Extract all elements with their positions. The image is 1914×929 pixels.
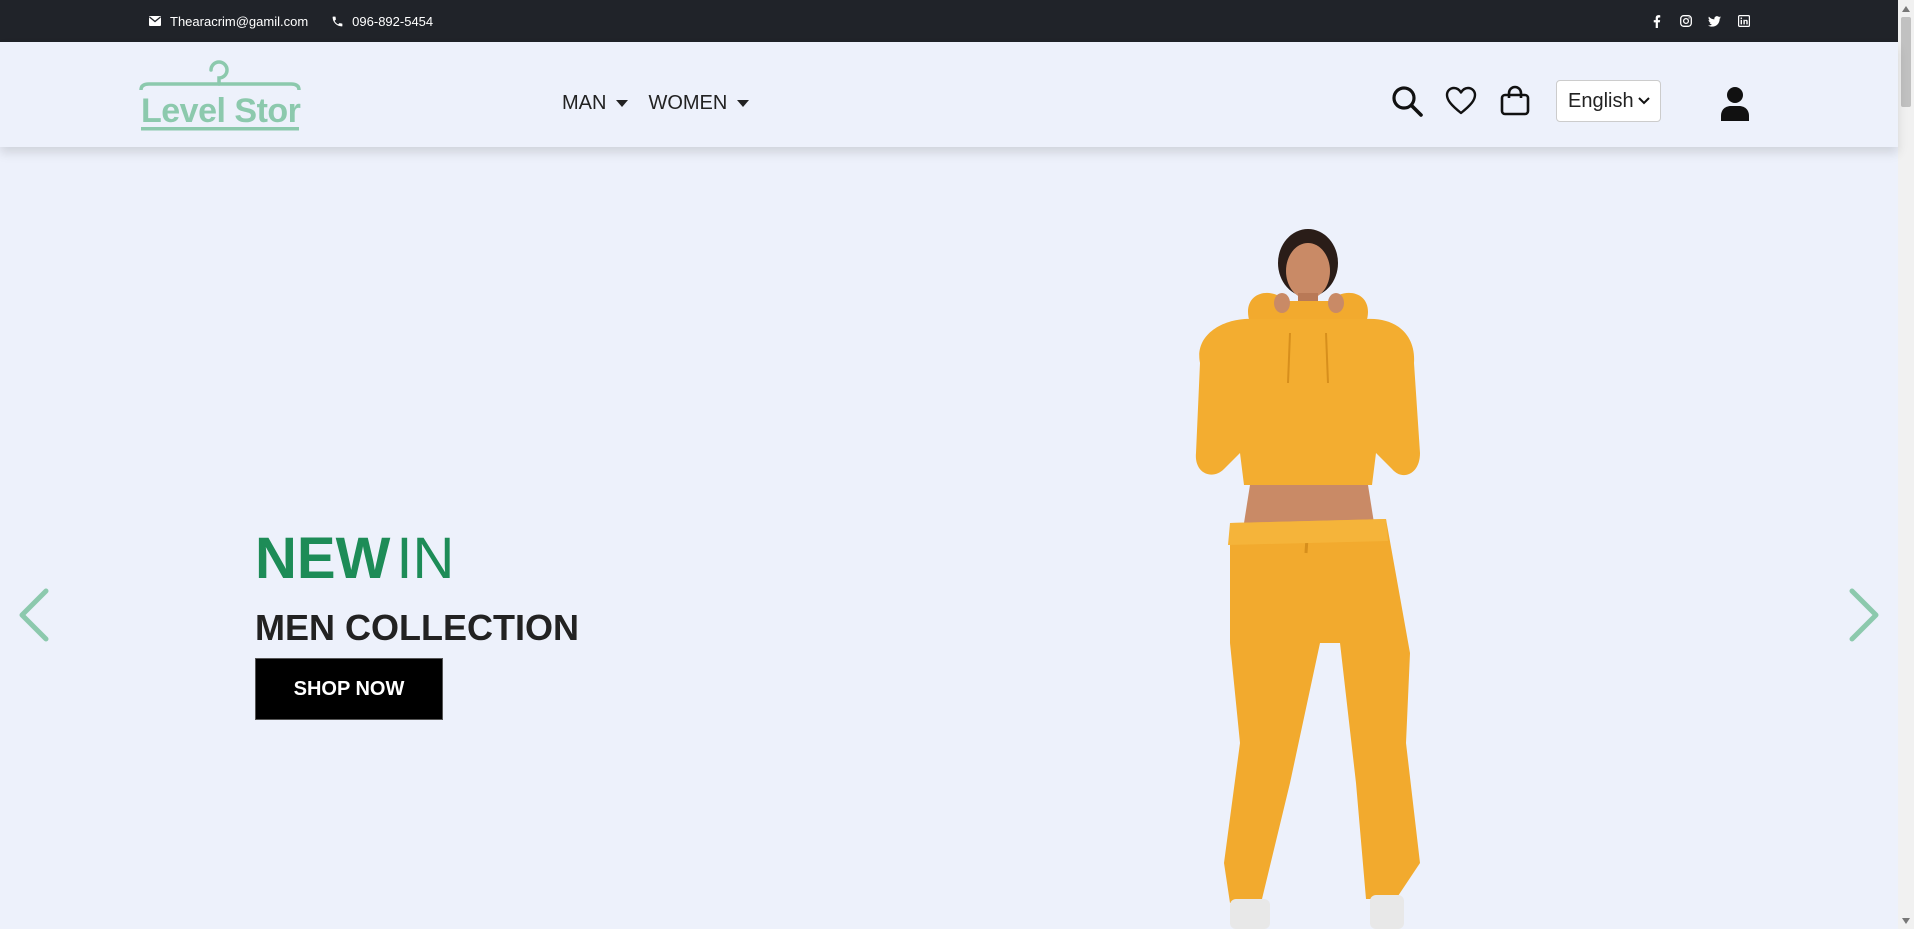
cart-icon[interactable]	[1498, 84, 1532, 118]
caret-down-icon	[737, 100, 750, 107]
caret-down-icon	[616, 100, 629, 107]
heart-icon[interactable]	[1444, 84, 1478, 118]
logo[interactable]: Level Store	[139, 60, 319, 132]
top-bar: Thearacrim@gamil.com 096-892-5454	[0, 0, 1898, 42]
phone-text[interactable]: 096-892-5454	[352, 14, 433, 29]
main-navbar: Level Store MAN WOMEN English	[0, 42, 1898, 147]
logo-text: Level Store	[141, 92, 301, 130]
nav-icons: English	[1390, 80, 1661, 122]
headline-bold: NEW	[255, 526, 391, 591]
email-text[interactable]: Thearacrim@gamil.com	[170, 14, 308, 29]
headline-light: IN	[396, 526, 455, 591]
nav-item-women[interactable]: WOMEN	[648, 92, 750, 115]
page-scrollbar[interactable]	[1898, 0, 1914, 929]
instagram-icon[interactable]	[1679, 15, 1692, 28]
shop-now-button[interactable]: SHOP NOW	[255, 658, 443, 720]
hero-headline: NEW IN	[255, 525, 454, 592]
phone-icon	[330, 14, 344, 28]
twitter-icon[interactable]	[1708, 15, 1721, 28]
chevron-down-icon	[1638, 97, 1650, 105]
scroll-down-icon[interactable]	[1898, 912, 1914, 929]
hero-model-image	[1170, 223, 1470, 929]
nav-menu: MAN WOMEN	[562, 92, 750, 115]
scroll-up-icon[interactable]	[1898, 0, 1914, 17]
nav-item-label: WOMEN	[648, 92, 728, 114]
nav-item-label: MAN	[562, 92, 607, 114]
hero-carousel: NEW IN MEN COLLECTION SHOP NOW	[0, 147, 1898, 929]
language-value: English	[1568, 89, 1634, 112]
language-select[interactable]: English	[1556, 80, 1661, 122]
nav-item-man[interactable]: MAN	[562, 92, 629, 115]
contact-info: Thearacrim@gamil.com 096-892-5454	[148, 0, 447, 42]
carousel-next-icon[interactable]	[1844, 587, 1884, 643]
email-icon	[148, 14, 162, 28]
hero-subheadline: MEN COLLECTION	[255, 607, 579, 648]
carousel-prev-icon[interactable]	[14, 587, 54, 643]
user-icon[interactable]	[1718, 86, 1752, 122]
search-icon[interactable]	[1390, 84, 1424, 118]
social-links	[1650, 0, 1750, 42]
linkedin-icon[interactable]	[1737, 15, 1750, 28]
facebook-icon[interactable]	[1650, 14, 1663, 28]
scrollbar-thumb[interactable]	[1901, 17, 1911, 107]
